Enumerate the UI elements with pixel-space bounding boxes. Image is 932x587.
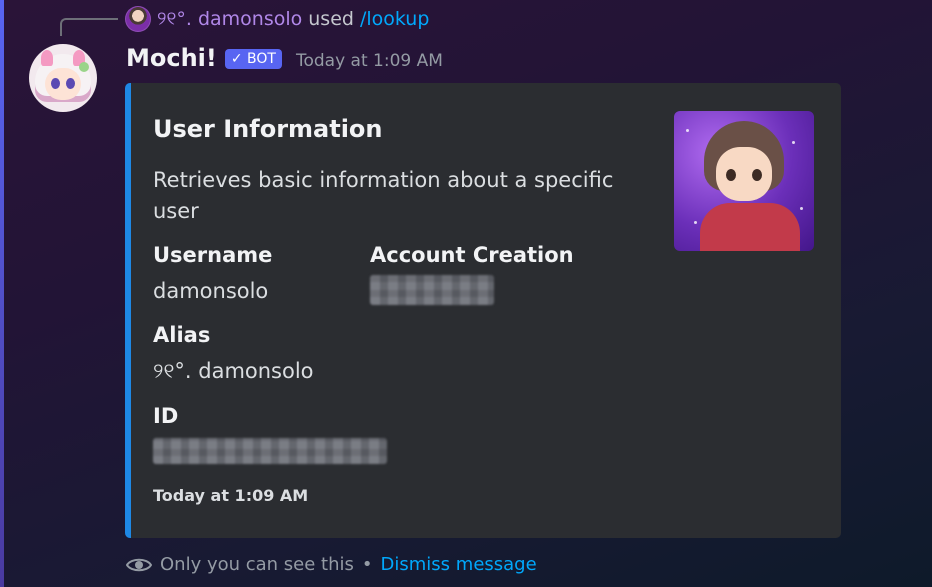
bot-avatar[interactable] xyxy=(29,44,97,112)
avatar-leaf xyxy=(79,62,89,72)
thumbnail-star xyxy=(686,129,689,132)
embed-footer-timestamp: Today at 1:09 AM xyxy=(153,486,309,505)
thumbnail-body xyxy=(700,203,800,251)
ephemeral-separator: • xyxy=(361,554,373,575)
field-username-name: Username xyxy=(153,243,273,267)
reply-command-name[interactable]: /lookup xyxy=(360,8,429,30)
avatar-eye-right xyxy=(66,78,75,89)
command-reply-context[interactable]: ୨୧°. damonsolo used /lookup xyxy=(125,5,429,33)
field-account-creation-name: Account Creation xyxy=(370,243,574,267)
thumbnail-star xyxy=(694,221,697,224)
ephemeral-notice: Only you can see this • Dismiss message xyxy=(126,554,537,575)
message-header: Mochi! ✓ BOT Today at 1:09 AM xyxy=(126,44,443,72)
reply-spine xyxy=(60,18,118,36)
bot-username[interactable]: Mochi! xyxy=(126,44,217,72)
field-alias-name: Alias xyxy=(153,323,211,347)
field-alias-value: ୨୧°. damonsolo xyxy=(153,359,314,383)
embed-thumbnail[interactable] xyxy=(674,111,814,251)
channel-accent-strip xyxy=(0,0,4,587)
field-username-value: damonsolo xyxy=(153,279,269,303)
field-id-name: ID xyxy=(153,404,179,428)
avatar-ear-left xyxy=(41,50,53,66)
thumbnail-star xyxy=(800,207,803,210)
reply-author-avatar[interactable] xyxy=(125,6,151,32)
field-id-redacted xyxy=(153,438,387,464)
dismiss-message-link[interactable]: Dismiss message xyxy=(381,554,537,575)
reply-used-text: used xyxy=(308,8,354,30)
thumbnail-face xyxy=(716,147,772,201)
field-account-creation-redacted xyxy=(370,275,494,305)
embed-description: Retrieves basic information about a spec… xyxy=(153,168,614,223)
embed-title: User Information xyxy=(153,115,383,143)
avatar-eye-left xyxy=(51,78,60,89)
bot-badge: ✓ BOT xyxy=(224,49,282,69)
thumbnail-eye-left xyxy=(726,169,736,181)
reply-author-name[interactable]: ୨୧°. damonsolo xyxy=(157,8,302,30)
thumbnail-eye-right xyxy=(752,169,762,181)
message-timestamp[interactable]: Today at 1:09 AM xyxy=(296,51,443,71)
user-info-embed: User Information Retrieves basic informa… xyxy=(125,83,841,538)
ephemeral-text: Only you can see this xyxy=(160,554,354,575)
thumbnail-star xyxy=(792,141,795,144)
eye-icon xyxy=(126,558,152,571)
